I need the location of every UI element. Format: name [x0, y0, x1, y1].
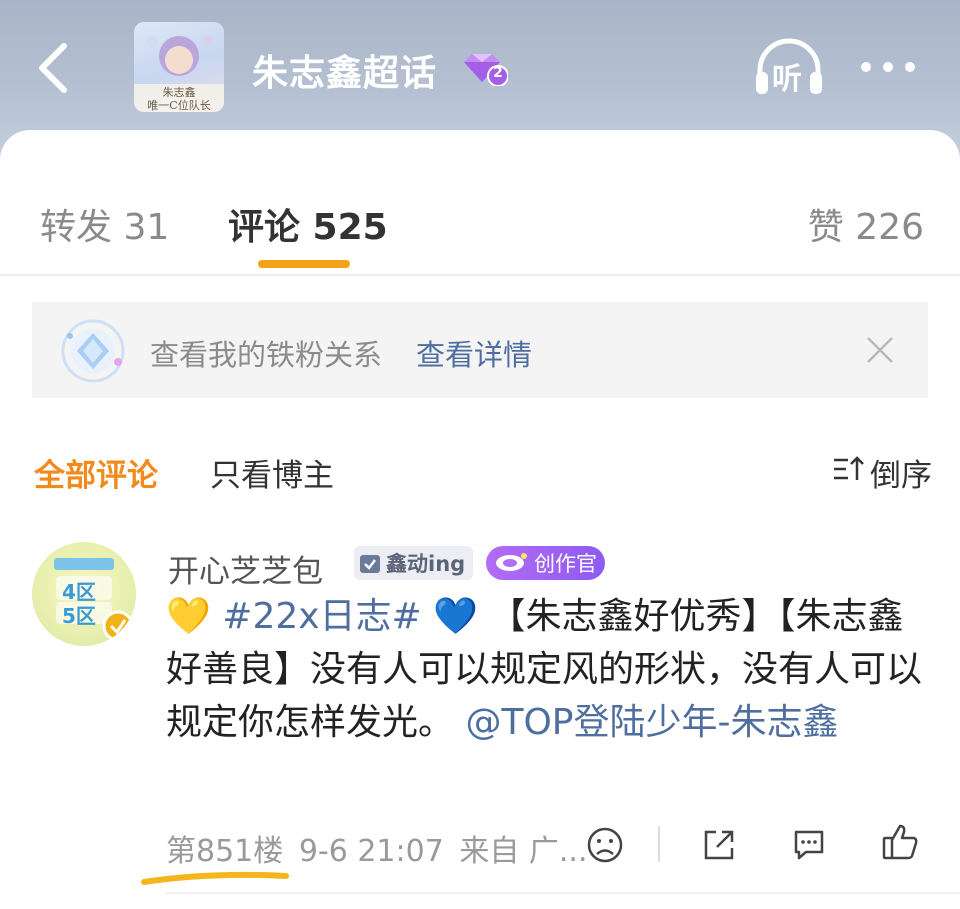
comment-meta: 第851楼 9-6 21:07 来自 广... [166, 826, 594, 870]
topic-level-number: 2 [493, 65, 503, 81]
fan-badge-label: 鑫动ing [386, 552, 466, 576]
comment-source: 来自 广... [459, 834, 588, 869]
back-button[interactable] [28, 38, 84, 98]
creator-badge[interactable]: 创作官 [486, 546, 605, 580]
filter-all-comments[interactable]: 全部评论 [34, 450, 158, 495]
action-separator [658, 826, 660, 862]
banner-details-link[interactable]: 查看详情 [416, 332, 532, 374]
topic-level-badge: 2 [460, 52, 509, 87]
tab-forward[interactable]: 转发 31 [40, 198, 169, 250]
highlight-underline [141, 871, 289, 885]
tab-divider [0, 274, 960, 276]
commenter-name[interactable]: 开心芝芝包 [168, 546, 323, 591]
hashtag-link[interactable]: #22x日志# [222, 596, 421, 637]
more-dots-icon [861, 62, 915, 72]
tab-like[interactable]: 赞 226 [808, 198, 924, 250]
chevron-left-icon [39, 43, 67, 93]
topic-avatar[interactable]: 朱志鑫 唯一C位队长 [134, 22, 224, 112]
more-button[interactable] [856, 42, 920, 92]
yellow-heart-emoji: 💛 [166, 596, 211, 637]
sort-toggle[interactable]: 倒序 [832, 448, 932, 494]
banner-close-button[interactable] [862, 332, 898, 368]
sort-label: 倒序 [870, 458, 932, 494]
fan-badge[interactable]: 鑫动ing [354, 546, 474, 580]
thumbs-up-icon[interactable] [880, 822, 920, 862]
avatar-text-5: 5区 [62, 604, 96, 628]
rocket-icon [496, 553, 527, 571]
dislike-icon[interactable] [586, 826, 624, 864]
comment-icon[interactable] [790, 826, 828, 864]
share-icon[interactable] [700, 826, 738, 864]
fan-relation-banner: 查看我的铁粉关系 查看详情 [32, 302, 928, 398]
calendar-check-icon [360, 555, 380, 573]
listen-label: 听 [772, 62, 802, 97]
creator-badge-label: 创作官 [534, 552, 597, 576]
mention-link[interactable]: @TOP登陆少年-朱志鑫 [465, 702, 838, 743]
close-icon [867, 337, 893, 363]
avatar-caption-2: 唯一C位队长 [147, 99, 211, 112]
fan-diamond-icon [58, 316, 128, 386]
blue-heart-emoji: 💙 [433, 596, 479, 637]
commenter-avatar[interactable]: 4区 5区 [32, 542, 136, 646]
floor-number: 第851楼 [166, 834, 284, 869]
comment-text: 💛 #22x日志# 💙 【朱志鑫好优秀】【朱志鑫好善良】没有人可以规定风的形状，… [166, 590, 936, 749]
filter-author-only[interactable]: 只看博主 [210, 450, 334, 495]
comment-time: 9-6 21:07 [298, 834, 444, 869]
banner-text: 查看我的铁粉关系 [150, 338, 383, 372]
tab-comment[interactable]: 评论 525 [228, 198, 388, 250]
page-title: 朱志鑫超话 [252, 53, 438, 94]
listen-button[interactable]: 听 [752, 38, 826, 98]
active-tab-indicator [258, 260, 350, 268]
comment-divider [166, 892, 960, 894]
sort-icon [834, 456, 864, 480]
